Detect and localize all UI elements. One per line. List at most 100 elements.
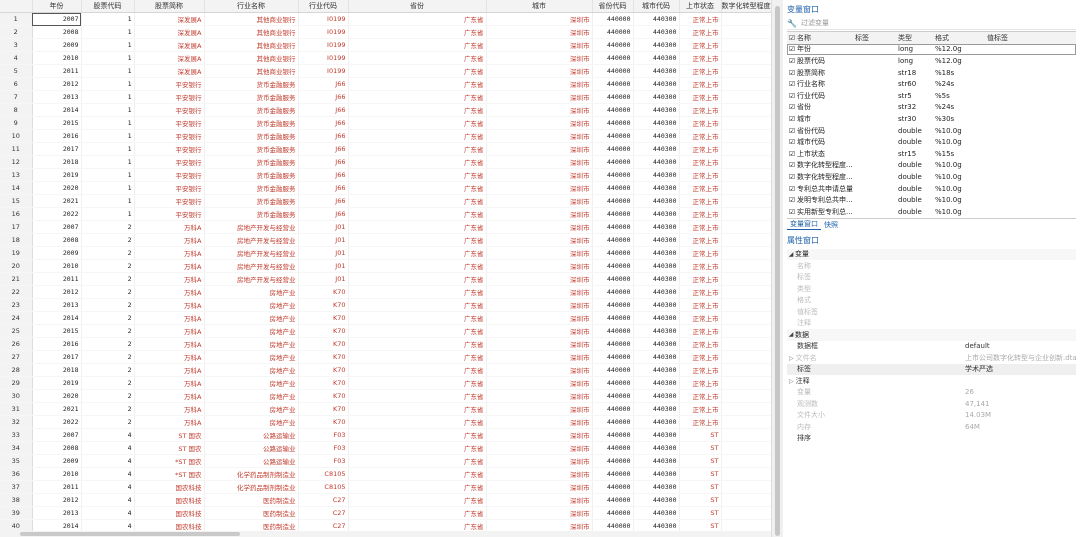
table-cell[interactable]: 深圳市: [486, 51, 593, 65]
variable-row[interactable]: ☑ 行业名称 str60 %24s: [787, 78, 1076, 90]
header-label[interactable]: 标签: [855, 33, 898, 43]
table-cell[interactable]: 房地产业: [204, 350, 299, 364]
table-cell[interactable]: 正常上市: [679, 51, 722, 65]
variable-row[interactable]: ☑ 实用新型专利总... double %10.0g: [787, 206, 1076, 218]
row-number[interactable]: 30: [0, 389, 33, 403]
variable-checkbox[interactable]: ☑: [787, 80, 797, 88]
table-cell[interactable]: 440000: [592, 467, 634, 481]
table-cell[interactable]: 房地产业: [204, 363, 299, 377]
table-cell[interactable]: 万科A: [134, 233, 205, 247]
table-cell[interactable]: 广东省: [348, 350, 487, 364]
table-cell[interactable]: 2008: [32, 441, 82, 455]
table-cell[interactable]: 深圳市: [486, 480, 593, 494]
table-cell-empty[interactable]: [721, 467, 771, 481]
table-cell[interactable]: 广东省: [348, 402, 487, 416]
table-cell[interactable]: 货币金融服务: [204, 116, 299, 130]
table-cell[interactable]: 深发展A: [134, 12, 205, 26]
table-cell[interactable]: 正常上市: [679, 298, 722, 312]
table-cell[interactable]: ST: [679, 428, 722, 442]
table-cell-empty[interactable]: [721, 168, 771, 182]
table-cell-empty[interactable]: [721, 51, 771, 65]
table-cell[interactable]: 1: [81, 25, 135, 39]
table-cell[interactable]: 440300: [633, 168, 680, 182]
table-cell[interactable]: 440300: [633, 480, 680, 494]
table-cell[interactable]: 2020: [32, 389, 82, 403]
table-cell[interactable]: F03: [298, 441, 349, 455]
row-number[interactable]: 37: [0, 480, 33, 494]
table-cell[interactable]: 正常上市: [679, 207, 722, 221]
table-cell[interactable]: 房地产业: [204, 389, 299, 403]
table-cell[interactable]: 2012: [32, 77, 82, 91]
table-cell[interactable]: 4: [81, 454, 135, 468]
table-cell[interactable]: 房地产开发与经营业: [204, 259, 299, 273]
table-cell[interactable]: 440000: [592, 38, 634, 52]
property-row[interactable]: ▷ 注释: [787, 375, 1076, 387]
table-row[interactable]: 36 2010 4 *ST 国农 化学药品制剂制造业 C8105 广东省 深圳市 440000 4…: [0, 467, 771, 481]
row-number[interactable]: 2: [0, 25, 33, 39]
table-cell[interactable]: I0199: [298, 64, 349, 78]
table-cell[interactable]: 2017: [32, 142, 82, 156]
table-cell[interactable]: C27: [298, 493, 349, 507]
table-cell[interactable]: 440300: [633, 51, 680, 65]
table-cell[interactable]: 房地产业: [204, 415, 299, 429]
table-cell[interactable]: F03: [298, 428, 349, 442]
table-cell[interactable]: 1: [81, 38, 135, 52]
table-cell[interactable]: 正常上市: [679, 311, 722, 325]
table-cell[interactable]: 2011: [32, 272, 82, 286]
table-cell[interactable]: 2011: [32, 64, 82, 78]
table-cell-empty[interactable]: [721, 90, 771, 104]
variable-row[interactable]: ☑ 上市状态 str15 %15s: [787, 148, 1076, 160]
table-cell[interactable]: 货币金融服务: [204, 90, 299, 104]
table-cell[interactable]: 化学药品制剂制造业: [204, 480, 299, 494]
variable-checkbox[interactable]: ☑: [787, 92, 797, 100]
table-cell[interactable]: 2: [81, 311, 135, 325]
table-cell[interactable]: 深圳市: [486, 103, 593, 117]
variable-row[interactable]: ☑ 数字化转型程度... double %10.0g: [787, 171, 1076, 183]
table-cell[interactable]: 房地产业: [204, 311, 299, 325]
variable-checkbox[interactable]: ☑: [787, 57, 797, 65]
table-cell[interactable]: 1: [81, 116, 135, 130]
table-cell[interactable]: 其他商业银行: [204, 64, 299, 78]
table-cell[interactable]: 深圳市: [486, 428, 593, 442]
column-header[interactable]: 年份: [32, 0, 82, 13]
table-row[interactable]: 28 2018 2 万科A 房地产业 K70 广东省 深圳市 440000 440300 正常上市: [0, 363, 771, 377]
table-cell[interactable]: *ST 国农: [134, 467, 205, 481]
table-cell[interactable]: 2: [81, 350, 135, 364]
table-cell[interactable]: 2: [81, 246, 135, 260]
table-cell[interactable]: 440000: [592, 51, 634, 65]
table-cell[interactable]: 2: [81, 389, 135, 403]
table-cell[interactable]: 正常上市: [679, 337, 722, 351]
table-cell[interactable]: 440000: [592, 311, 634, 325]
table-cell[interactable]: 平安银行: [134, 142, 205, 156]
table-cell[interactable]: 440300: [633, 493, 680, 507]
tab-snapshots[interactable]: 快照: [821, 220, 841, 230]
table-cell[interactable]: 房地产业: [204, 324, 299, 338]
row-number[interactable]: 19: [0, 246, 33, 260]
table-row[interactable]: 23 2013 2 万科A 房地产业 K70 广东省 深圳市 440000 440300 正常上市: [0, 298, 771, 312]
table-cell[interactable]: 广东省: [348, 376, 487, 390]
property-row[interactable]: 观测数 47,141: [787, 398, 1076, 410]
table-cell[interactable]: 万科A: [134, 350, 205, 364]
table-cell[interactable]: 广东省: [348, 467, 487, 481]
table-cell[interactable]: 1: [81, 51, 135, 65]
row-number[interactable]: 34: [0, 441, 33, 455]
table-cell[interactable]: 深发展A: [134, 25, 205, 39]
table-row[interactable]: 22 2012 2 万科A 房地产业 K70 广东省 深圳市 440000 440300 正常上市: [0, 285, 771, 299]
table-cell[interactable]: 广东省: [348, 441, 487, 455]
table-cell[interactable]: 国农科技: [134, 493, 205, 507]
variable-row[interactable]: ☑ 股票代码 long %12.0g: [787, 55, 1076, 67]
table-cell[interactable]: 平安银行: [134, 194, 205, 208]
table-row[interactable]: 26 2016 2 万科A 房地产业 K70 广东省 深圳市 440000 440300 正常上市: [0, 337, 771, 351]
table-row[interactable]: 17 2007 2 万科A 房地产开发与经营业 J01 广东省 深圳市 440000 440300…: [0, 220, 771, 234]
row-number[interactable]: 27: [0, 350, 33, 364]
table-cell[interactable]: 深圳市: [486, 298, 593, 312]
table-cell[interactable]: 2017: [32, 350, 82, 364]
variable-row[interactable]: ☑ 省份 str32 %24s: [787, 102, 1076, 114]
table-cell[interactable]: J01: [298, 259, 349, 273]
table-cell[interactable]: 440000: [592, 77, 634, 91]
table-cell-empty[interactable]: [721, 194, 771, 208]
table-cell[interactable]: 2012: [32, 285, 82, 299]
table-cell[interactable]: 万科A: [134, 259, 205, 273]
table-cell[interactable]: J01: [298, 233, 349, 247]
table-cell[interactable]: 440300: [633, 103, 680, 117]
